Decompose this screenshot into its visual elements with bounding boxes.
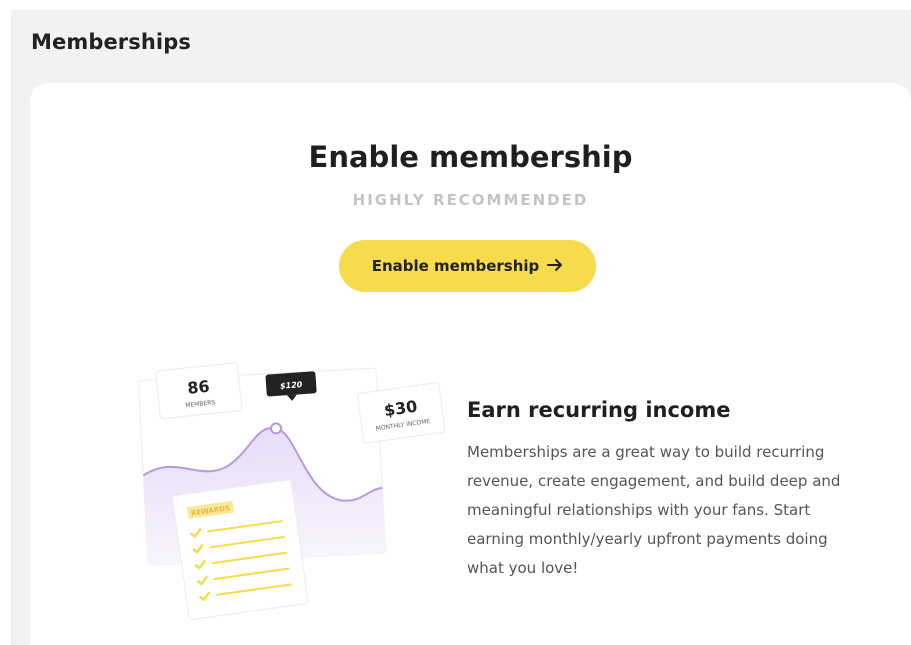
chart-point <box>270 422 283 435</box>
feature-title: Earn recurring income <box>467 398 731 422</box>
enable-membership-button[interactable]: Enable membership <box>339 240 596 292</box>
rewards-card: REWARDS <box>171 479 309 621</box>
members-card: 86 MEMBERS <box>155 362 243 420</box>
enable-membership-button-label: Enable membership <box>371 257 540 275</box>
feature-description: Memberships are a great way to build rec… <box>467 443 841 577</box>
membership-card: Enable membership HIGHLY RECOMMENDED Ena… <box>30 83 911 645</box>
page-title: Memberships <box>31 30 191 54</box>
tooltip-value: $120 <box>280 380 303 391</box>
hero-subtitle: HIGHLY RECOMMENDED <box>352 191 589 209</box>
membership-illustration: 86 MEMBERS $120 $30 MONTHLY INCOME REWAR… <box>120 353 450 623</box>
arrow-right-icon <box>547 257 563 275</box>
members-count: 86 <box>186 377 210 398</box>
monthly-income-card: $30 MONTHLY INCOME <box>357 382 446 444</box>
hero-title: Enable membership <box>308 140 633 174</box>
